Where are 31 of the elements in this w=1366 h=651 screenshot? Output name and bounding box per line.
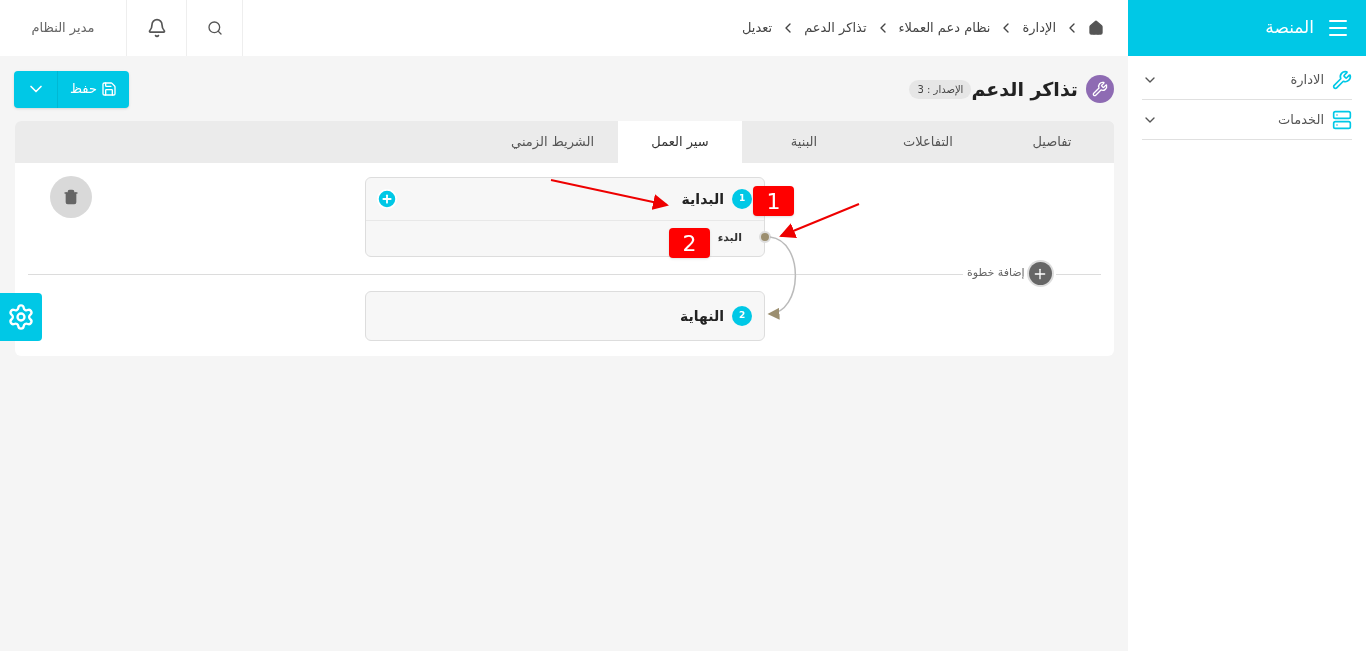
home-icon[interactable] (1088, 20, 1104, 36)
breadcrumb-link[interactable]: تعديل (741, 18, 773, 38)
annotation-marker: 2 (669, 228, 710, 258)
breadcrumb-link[interactable]: الإدارة (1022, 18, 1056, 38)
server-icon (1332, 109, 1352, 130)
settings-icon (7, 303, 35, 331)
save-icon (100, 81, 117, 97)
version-badge: الإصدار : 3 (909, 79, 972, 99)
page-title: تذاكر الدعم (971, 76, 1078, 103)
sidebar-item[interactable]: الخدمات (1142, 100, 1352, 140)
breadcrumb-link[interactable]: تذاكر الدعم (804, 18, 867, 38)
add-icon[interactable] (376, 188, 398, 210)
step-number: 2 (732, 306, 752, 326)
annotation-marker: 1 (753, 186, 794, 216)
wrench-icon (1086, 75, 1114, 103)
sidebar-item[interactable]: الادارة (1142, 60, 1352, 100)
trash-icon (63, 189, 79, 205)
add-step-button[interactable]: إضافة خطوة (963, 262, 1056, 285)
bell-icon (146, 18, 167, 38)
step-number: 1 (732, 189, 752, 209)
delete-button[interactable] (50, 176, 92, 218)
user-menu[interactable]: مدير النظام (0, 0, 126, 56)
breadcrumb-link[interactable]: نظام دعم العملاء (898, 18, 991, 38)
step-title: البداية (681, 189, 724, 209)
search-icon (206, 20, 223, 36)
settings-button[interactable] (0, 293, 42, 341)
wrench-icon (1332, 69, 1352, 90)
tab[interactable]: سير العمل (618, 121, 742, 163)
transition-label[interactable]: البدء (717, 230, 742, 247)
step-title: النهاية (679, 306, 724, 327)
app-title: المنصة (1265, 16, 1314, 40)
